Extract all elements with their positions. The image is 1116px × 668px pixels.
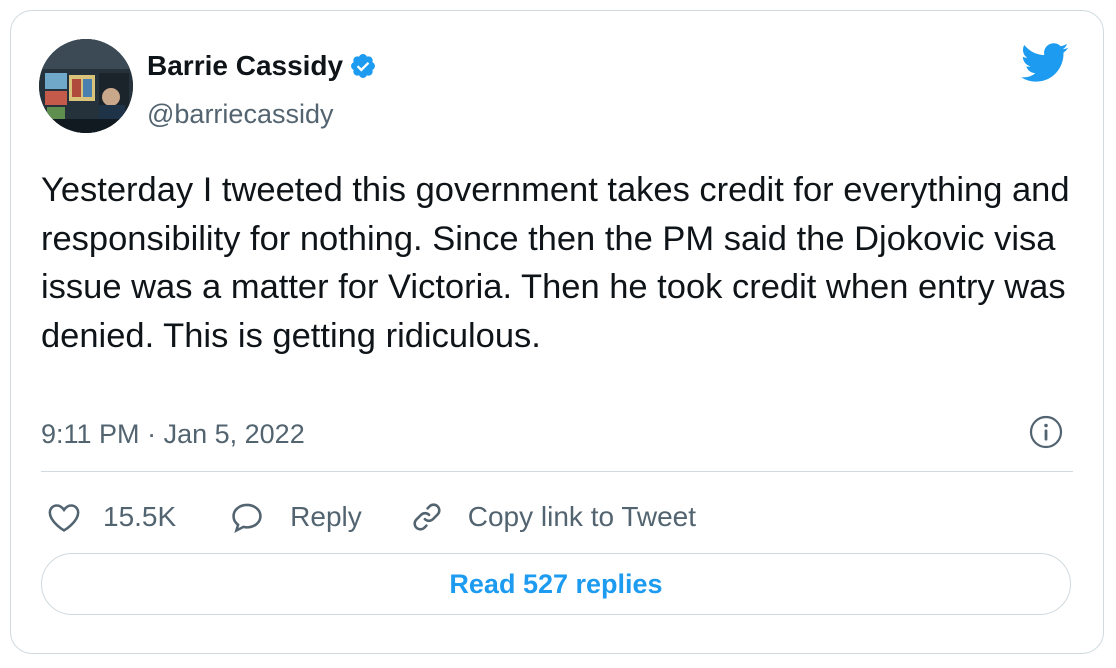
reply-button[interactable]: Reply: [230, 501, 362, 533]
author-handle[interactable]: @barriecassidy: [147, 97, 333, 131]
twitter-bird-icon[interactable]: [1021, 43, 1069, 83]
tweet-card: Barrie Cassidy @barriecassidy Yesterday …: [10, 10, 1104, 654]
copy-link-label: Copy link to Tweet: [467, 501, 697, 532]
author-name-row: Barrie Cassidy: [147, 49, 377, 83]
speech-bubble-icon: [230, 501, 264, 533]
like-button[interactable]: 15.5K: [47, 501, 176, 533]
avatar-image: [39, 39, 133, 133]
tweet-date: Jan 5, 2022: [163, 419, 305, 449]
reply-label: Reply: [290, 501, 362, 532]
author-display-name[interactable]: Barrie Cassidy: [147, 49, 343, 83]
like-count: 15.5K: [103, 501, 177, 532]
divider: [41, 471, 1073, 472]
heart-icon: [47, 501, 81, 533]
copy-link-button[interactable]: Copy link to Tweet: [410, 500, 696, 534]
avatar[interactable]: [39, 39, 133, 133]
tweet-text: Yesterday I tweeted this government take…: [41, 171, 1070, 355]
info-icon[interactable]: [1029, 415, 1063, 449]
meta-separator: ·: [147, 419, 157, 449]
link-icon: [410, 500, 444, 534]
tweet-timestamp[interactable]: 9:11 PM · Jan 5, 2022: [41, 414, 305, 454]
read-replies-button[interactable]: Read 527 replies: [41, 553, 1071, 615]
tweet-actions: 15.5K Reply Copy link to Tweet: [47, 495, 696, 539]
verified-badge-icon: [349, 52, 377, 80]
tweet-time: 9:11 PM: [41, 419, 140, 449]
